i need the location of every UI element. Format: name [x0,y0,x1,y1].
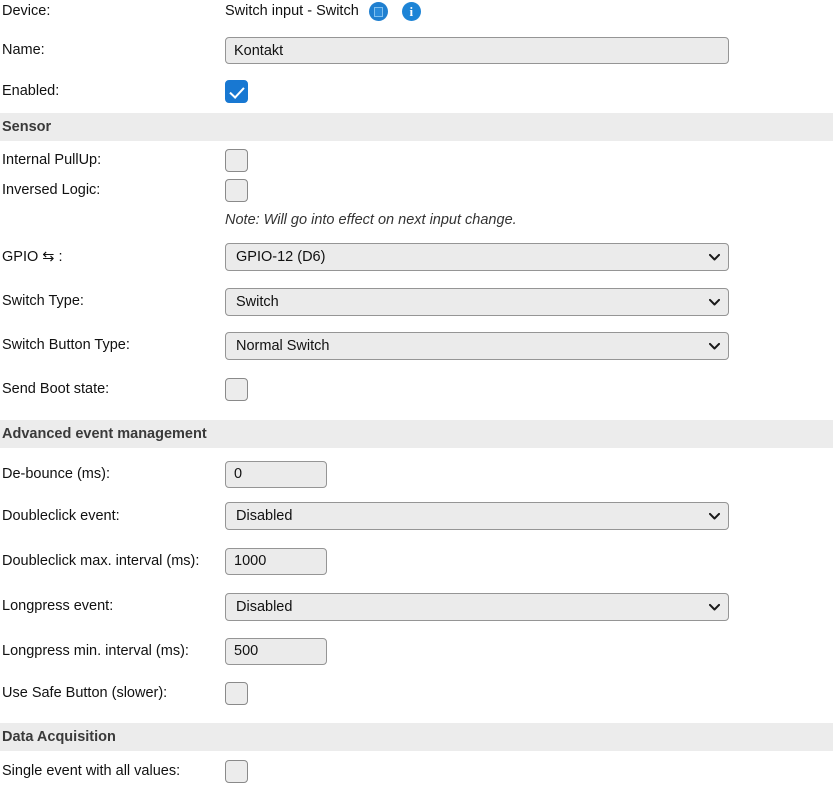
name-label: Name: [2,42,45,58]
switch-type-label: Switch Type: [2,293,84,309]
single-event-checkbox[interactable] [225,759,248,783]
gpio-label: GPIO ⇆ : [0,248,225,267]
send-boot-state-checkbox[interactable] [225,377,248,401]
info-icon[interactable]: i [401,2,421,21]
longpress-event-label: Longpress event: [2,598,114,614]
doubleclick-interval-row: Doubleclick max. interval (ms): [0,538,833,584]
device-configuration-form: Device: Switch input - Switch i Name: En… [0,0,833,785]
safe-button-row: Use Safe Button (slower): [0,673,833,713]
section-header-advanced: Advanced event management [0,420,833,448]
longpress-interval-label: Longpress min. interval (ms): [2,642,189,659]
inversed-logic-label: Inversed Logic: [2,182,101,198]
info-icon-glyph: i [409,4,414,19]
device-label: Device: [2,3,51,19]
inversed-logic-checkbox[interactable] [225,179,248,202]
switch-type-select-wrap: Switch [225,287,729,316]
doubleclick-event-select[interactable]: Disabled [225,502,729,530]
name-input[interactable] [225,37,729,64]
inversed-logic-row: Inversed Logic: [0,175,833,206]
device-value: Switch input - Switch [225,3,359,19]
longpress-event-select[interactable]: Disabled [225,592,729,621]
longpress-event-row: Longpress event: Disabled [0,584,833,629]
gpio-select[interactable]: GPIO-12 (D6) [225,243,729,271]
device-page-icon[interactable] [368,2,388,21]
safe-button-checkbox[interactable] [225,681,248,705]
debounce-label: De-bounce (ms): [2,465,110,482]
debounce-row: De-bounce (ms): [0,448,833,494]
internal-pullup-row: Internal PullUp: [0,141,833,175]
gpio-label-text: GPIO ⇆ : [2,248,63,265]
single-event-row: Single event with all values: [0,751,833,785]
switch-type-select[interactable]: Switch [225,287,729,316]
debounce-input[interactable] [225,460,327,488]
longpress-event-select-wrap: Disabled [225,592,729,621]
doubleclick-event-row: Doubleclick event: Disabled [0,494,833,538]
send-boot-state-row: Send Boot state: [0,367,833,411]
gpio-row: GPIO ⇆ : GPIO-12 (D6) [0,235,833,279]
longpress-interval-row: Longpress min. interval (ms): [0,629,833,673]
page-icon-inner [373,6,383,17]
sensor-note-row: Note: Will go into effect on next input … [0,206,833,235]
switch-button-type-select[interactable]: Normal Switch [225,331,729,360]
longpress-interval-input[interactable] [225,637,327,665]
section-header-data-acquisition: Data Acquisition [0,723,833,751]
single-event-label: Single event with all values: [2,762,181,779]
switch-type-row: Switch Type: Switch [0,279,833,324]
switch-button-type-row: Switch Button Type: Normal Switch [0,324,833,367]
device-row: Device: Switch input - Switch i [0,0,833,32]
switch-button-type-select-wrap: Normal Switch [225,331,729,360]
name-row: Name: [0,32,833,69]
sensor-note: Note: Will go into effect on next input … [225,212,517,228]
enabled-row: Enabled: [0,69,833,113]
enabled-checkbox[interactable] [225,79,248,103]
doubleclick-interval-label: Doubleclick max. interval (ms): [2,553,200,569]
internal-pullup-checkbox[interactable] [225,148,248,172]
internal-pullup-label: Internal PullUp: [2,151,102,168]
enabled-label: Enabled: [2,82,60,99]
doubleclick-event-label: Doubleclick event: [2,507,120,524]
doubleclick-interval-input[interactable] [225,547,327,575]
switch-button-type-label: Switch Button Type: [2,337,130,353]
gpio-select-wrap: GPIO-12 (D6) [225,243,729,271]
section-header-sensor: Sensor [0,113,833,141]
safe-button-label: Use Safe Button (slower): [2,684,168,701]
doubleclick-event-select-wrap: Disabled [225,502,729,530]
send-boot-state-label: Send Boot state: [2,380,110,397]
